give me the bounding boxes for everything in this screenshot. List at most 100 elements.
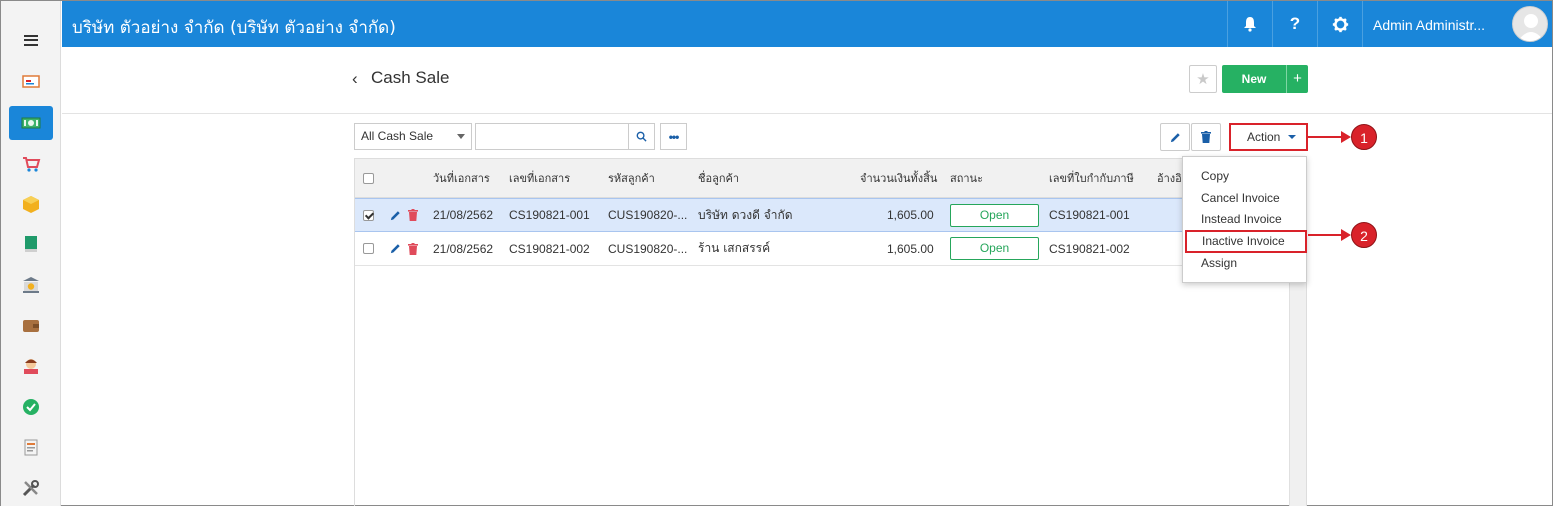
person-icon: [24, 359, 38, 374]
avatar[interactable]: [1512, 6, 1548, 42]
menu-item-assign[interactable]: Assign: [1183, 253, 1306, 274]
header-customer-name[interactable]: ชื่อลูกค้า: [698, 159, 739, 197]
pencil-icon[interactable]: [390, 210, 401, 221]
table-row[interactable]: 21/08/2562 CS190821-002 CUS190820-... ร้…: [355, 232, 1306, 266]
sidebar-item-accounting[interactable]: [9, 227, 53, 261]
filter-select[interactable]: All Cash Sale: [354, 123, 472, 150]
sidebar: [1, 1, 61, 506]
trash-icon[interactable]: [408, 209, 418, 221]
new-button-group: New +: [1222, 65, 1308, 93]
row-actions: [390, 232, 418, 265]
table-scrollbar[interactable]: [1289, 264, 1306, 506]
header-doc-no[interactable]: เลขที่เอกสาร: [509, 159, 570, 197]
book-icon: [25, 236, 37, 252]
trash-icon: [1201, 131, 1211, 143]
header-date[interactable]: วันที่เอกสาร: [433, 159, 490, 197]
header-status[interactable]: สถานะ: [950, 159, 983, 197]
sidebar-item-wallet[interactable]: [9, 308, 53, 342]
favorite-button[interactable]: ★: [1189, 65, 1217, 93]
search-button[interactable]: [628, 123, 655, 150]
edit-button[interactable]: [1160, 123, 1190, 151]
row-checkbox[interactable]: [363, 243, 374, 254]
cash-icon: [21, 117, 41, 129]
tools-icon: [22, 480, 39, 497]
page-header: ‹ Cash Sale ★ New +: [62, 47, 1552, 114]
caret-down-icon: [1288, 135, 1296, 139]
sidebar-item-sales[interactable]: [9, 147, 53, 181]
caret-down-icon: [457, 134, 465, 139]
sidebar-item-bank[interactable]: [9, 268, 53, 302]
avatar-icon: [1518, 14, 1544, 41]
header-tax-no[interactable]: เลขที่ใบกำกับภาษี: [1049, 159, 1134, 197]
action-button[interactable]: Action: [1229, 123, 1308, 151]
sidebar-item-hr[interactable]: [9, 349, 53, 383]
menu-item-copy[interactable]: Copy: [1183, 166, 1306, 187]
cell-customer-name: ร้าน เสกสรรค์: [698, 241, 771, 255]
page-title: Cash Sale: [371, 68, 450, 87]
cell-amount: 1,605.00: [887, 208, 934, 222]
filter-select-value: All Cash Sale: [361, 129, 434, 143]
cell-doc-no: CS190821-001: [509, 208, 590, 222]
box-icon: [23, 196, 39, 213]
search-icon: [636, 131, 647, 142]
topbar: บริษัท ตัวอย่าง จำกัด (บริษัท ตัวอย่าง จ…: [62, 1, 1552, 47]
callout-badge-2: 2: [1351, 222, 1377, 248]
action-button-label: Action: [1247, 130, 1281, 144]
back-chevron-icon[interactable]: ‹: [352, 69, 358, 89]
new-plus-button[interactable]: +: [1286, 65, 1308, 93]
sidebar-item-settings[interactable]: [9, 471, 53, 505]
menu-item-inactive-invoice[interactable]: Inactive Invoice: [1185, 230, 1307, 253]
row-actions: [390, 199, 418, 231]
select-all-checkbox[interactable]: [363, 172, 374, 184]
sidebar-item-approve[interactable]: [9, 390, 53, 424]
dashboard-icon: [22, 75, 40, 88]
arrow-head-icon: [1341, 131, 1351, 143]
cart-icon: [23, 157, 41, 172]
table-row[interactable]: 21/08/2562 CS190821-001 CUS190820-... บร…: [355, 198, 1306, 232]
status-badge: Open: [950, 237, 1039, 260]
cell-date: 21/08/2562: [433, 208, 494, 222]
help-button[interactable]: ?: [1272, 1, 1317, 47]
sidebar-item-report[interactable]: [9, 430, 53, 464]
wallet-icon: [23, 320, 39, 332]
sidebar-item-inventory[interactable]: [9, 187, 53, 221]
header-amount[interactable]: จำนวนเงินทั้งสิ้น: [860, 159, 937, 197]
notification-button[interactable]: [1227, 1, 1272, 47]
delete-button[interactable]: [1191, 123, 1221, 151]
bank-icon: [23, 277, 39, 293]
new-button[interactable]: New: [1222, 65, 1286, 93]
user-menu[interactable]: Admin Administr...: [1362, 1, 1552, 47]
cash-sale-table: วันที่เอกสาร เลขที่เอกสาร รหัสลูกค้า ชื่…: [354, 158, 1307, 506]
header-reference[interactable]: อ้างอิ: [1157, 159, 1182, 197]
menu-item-cancel-invoice[interactable]: Cancel Invoice: [1183, 188, 1306, 209]
hamburger-icon: [24, 34, 38, 46]
cell-tax-no: CS190821-002: [1049, 241, 1130, 256]
header-customer-code[interactable]: รหัสลูกค้า: [608, 159, 655, 197]
callout-arrow-1: [1308, 136, 1344, 138]
table-header: วันที่เอกสาร เลขที่เอกสาร รหัสลูกค้า ชื่…: [355, 159, 1306, 198]
user-name: Admin Administr...: [1373, 17, 1486, 33]
cell-customer-name: บริษัท ดวงดี จำกัด: [698, 207, 793, 222]
arrow-head-icon: [1341, 229, 1351, 241]
row-checkbox[interactable]: [363, 209, 374, 221]
sidebar-item-cash[interactable]: [9, 106, 53, 140]
cell-date: 21/08/2562: [433, 241, 494, 256]
select-all-cell: [363, 159, 374, 197]
menu-toggle-button[interactable]: [1, 23, 61, 57]
search-input[interactable]: [475, 123, 629, 150]
cell-doc-no: CS190821-002: [509, 241, 590, 256]
cell-customer-code: CUS190820-...: [608, 208, 688, 222]
menu-item-instead-invoice[interactable]: Instead Invoice: [1183, 209, 1306, 230]
sidebar-item-dashboard[interactable]: [9, 65, 53, 99]
cell-amount: 1,605.00: [887, 241, 934, 256]
bell-icon: [1244, 17, 1256, 32]
trash-icon[interactable]: [408, 242, 418, 255]
cell-customer-code: CUS190820-...: [608, 241, 688, 256]
pencil-icon[interactable]: [390, 243, 401, 254]
settings-button[interactable]: [1317, 1, 1362, 47]
more-options-button[interactable]: •••: [660, 123, 687, 150]
gear-icon: [1332, 16, 1348, 32]
cell-tax-no: CS190821-001: [1049, 208, 1130, 222]
action-dropdown-menu: Copy Cancel Invoice Instead Invoice Inac…: [1182, 156, 1307, 283]
row-checkbox-cell: [363, 232, 374, 265]
